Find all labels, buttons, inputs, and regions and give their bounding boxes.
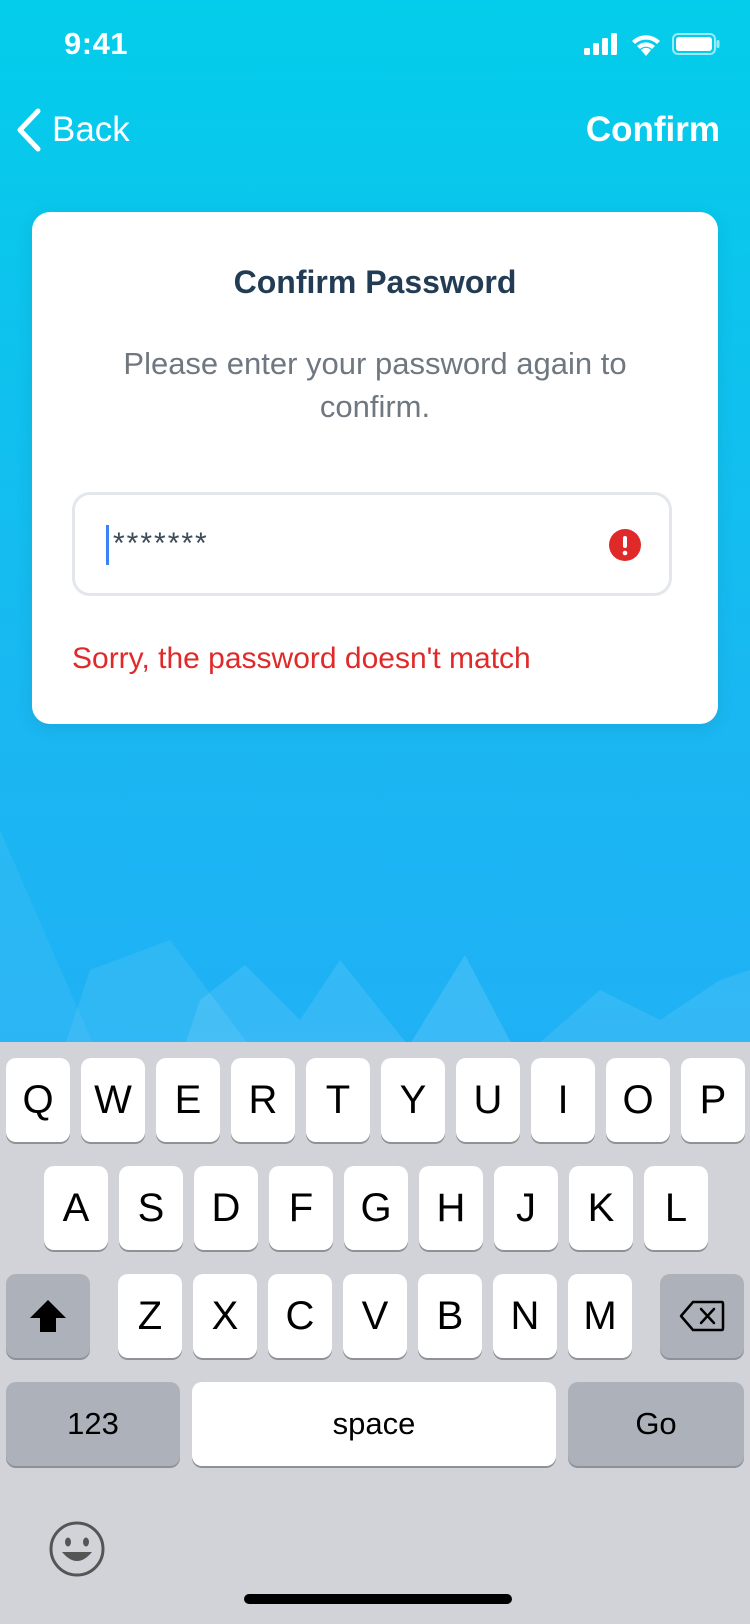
key-y[interactable]: Y <box>381 1058 445 1142</box>
backspace-key[interactable] <box>660 1274 744 1358</box>
key-i[interactable]: I <box>531 1058 595 1142</box>
key-f[interactable]: F <box>269 1166 333 1250</box>
key-a[interactable]: A <box>44 1166 108 1250</box>
key-l[interactable]: L <box>644 1166 708 1250</box>
shift-icon <box>30 1300 66 1332</box>
key-p[interactable]: P <box>681 1058 745 1142</box>
emoji-icon[interactable] <box>48 1520 106 1578</box>
go-key[interactable]: Go <box>568 1382 744 1466</box>
card-subtitle: Please enter your password again to conf… <box>123 346 627 424</box>
chevron-left-icon <box>17 108 41 152</box>
battery-icon <box>672 33 720 55</box>
key-b[interactable]: B <box>418 1274 482 1358</box>
nav-bar: Back Confirm <box>0 96 750 168</box>
key-n[interactable]: N <box>493 1274 557 1358</box>
key-t[interactable]: T <box>306 1058 370 1142</box>
key-j[interactable]: J <box>494 1166 558 1250</box>
status-time: 9:41 <box>64 26 129 61</box>
key-d[interactable]: D <box>194 1166 258 1250</box>
confirm-password-card: Confirm Password Please enter your passw… <box>32 212 718 724</box>
key-e[interactable]: E <box>156 1058 220 1142</box>
key-z[interactable]: Z <box>118 1274 182 1358</box>
text-caret <box>106 525 109 565</box>
status-icons <box>584 32 720 56</box>
key-w[interactable]: W <box>81 1058 145 1142</box>
wifi-icon <box>632 35 660 56</box>
background-mountains <box>0 830 750 1060</box>
backspace-icon <box>679 1300 725 1332</box>
key-g[interactable]: G <box>344 1166 408 1250</box>
cellular-signal-icon <box>584 33 617 55</box>
back-label: Back <box>52 110 130 149</box>
key-m[interactable]: M <box>568 1274 632 1358</box>
key-c[interactable]: C <box>268 1274 332 1358</box>
shift-key[interactable] <box>6 1274 90 1358</box>
password-field[interactable]: ******* <box>72 492 672 596</box>
key-x[interactable]: X <box>193 1274 257 1358</box>
key-u[interactable]: U <box>456 1058 520 1142</box>
home-indicator <box>244 1594 512 1604</box>
error-icon <box>609 529 641 561</box>
key-k[interactable]: K <box>569 1166 633 1250</box>
key-q[interactable]: Q <box>6 1058 70 1142</box>
password-value: ******* <box>113 527 209 560</box>
back-button[interactable]: Back <box>16 108 130 152</box>
error-message: Sorry, the password doesn't match <box>72 642 531 675</box>
key-h[interactable]: H <box>419 1166 483 1250</box>
card-title: Confirm Password <box>233 264 517 300</box>
key-v[interactable]: V <box>343 1274 407 1358</box>
key-r[interactable]: R <box>231 1058 295 1142</box>
confirm-button[interactable]: Confirm <box>586 110 720 150</box>
key-o[interactable]: O <box>606 1058 670 1142</box>
keyboard: QWERTYUIOP ASDFGHJKL ZXCVBNM 123 space G… <box>0 1042 750 1624</box>
key-s[interactable]: S <box>119 1166 183 1250</box>
numbers-key[interactable]: 123 <box>6 1382 180 1466</box>
space-key[interactable]: space <box>192 1382 556 1466</box>
status-bar: 9:41 <box>0 0 750 90</box>
